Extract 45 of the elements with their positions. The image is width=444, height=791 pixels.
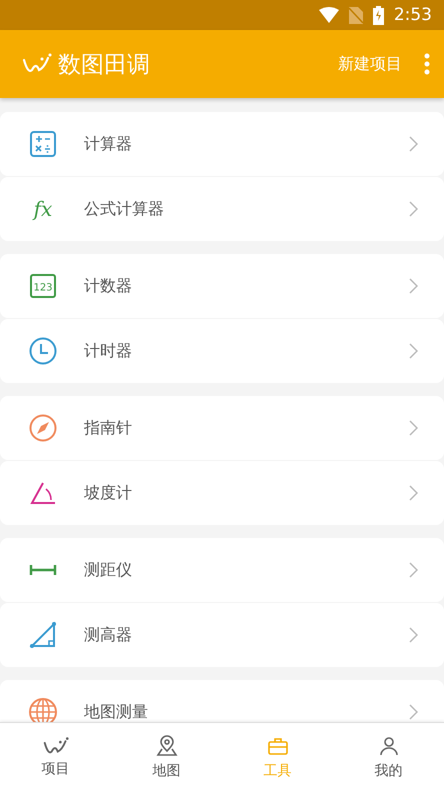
chevron-right-icon [409, 420, 418, 436]
battery-charging-icon [372, 6, 384, 24]
map-pin-icon [154, 734, 178, 758]
compass-icon [28, 413, 58, 443]
chevron-right-icon [409, 485, 418, 501]
more-menu-icon[interactable] [424, 53, 430, 75]
tool-list-item[interactable]: 坡度计 [0, 461, 444, 525]
height-triangle-icon [28, 620, 58, 650]
nav-tab[interactable]: 地图 [111, 723, 222, 791]
tool-label: 公式计算器 [84, 198, 165, 220]
nav-tab[interactable]: 我的 [333, 723, 444, 791]
chevron-right-icon [409, 627, 418, 643]
tool-label: 计数器 [84, 276, 133, 296]
tool-list-item[interactable]: 地图测量 [0, 680, 444, 722]
tool-list-item[interactable]: 123 计数器 [0, 254, 444, 318]
chevron-right-icon [409, 201, 418, 217]
chevron-right-icon [409, 704, 418, 720]
globe-icon [28, 697, 58, 722]
formula-icon: fx [28, 194, 58, 224]
tool-list-item[interactable]: fx 公式计算器 [0, 177, 444, 241]
tool-list-item[interactable]: 指南针 [0, 396, 444, 460]
tool-label: 坡度计 [84, 482, 133, 504]
chevron-right-icon [409, 562, 418, 578]
chevron-right-icon [409, 278, 418, 294]
tool-label: 地图测量 [84, 702, 149, 722]
tool-list-item[interactable]: 计算器 [0, 112, 444, 176]
tool-label: 测高器 [84, 624, 133, 646]
calculator-icon [28, 129, 58, 159]
tool-list-item[interactable]: 计时器 [0, 319, 444, 383]
app-title: 数图田调 [58, 50, 151, 80]
clock-icon [28, 336, 58, 366]
tool-label: 计算器 [84, 134, 133, 154]
chevron-right-icon [409, 136, 418, 152]
status-time: 2:53 [394, 5, 432, 25]
tool-label: 计时器 [84, 340, 133, 362]
logo-icon [42, 736, 68, 756]
tool-label: 测距仪 [84, 560, 133, 580]
counter-icon: 123 [28, 271, 58, 301]
tool-list-item[interactable]: 测高器 [0, 603, 444, 667]
tool-label: 指南针 [84, 418, 133, 438]
no-sim-icon [348, 6, 363, 24]
nav-tab[interactable]: 项目 [0, 723, 111, 791]
wifi-icon [318, 7, 339, 23]
chevron-right-icon [409, 343, 418, 359]
tool-list-item[interactable]: 测距仪 [0, 538, 444, 602]
